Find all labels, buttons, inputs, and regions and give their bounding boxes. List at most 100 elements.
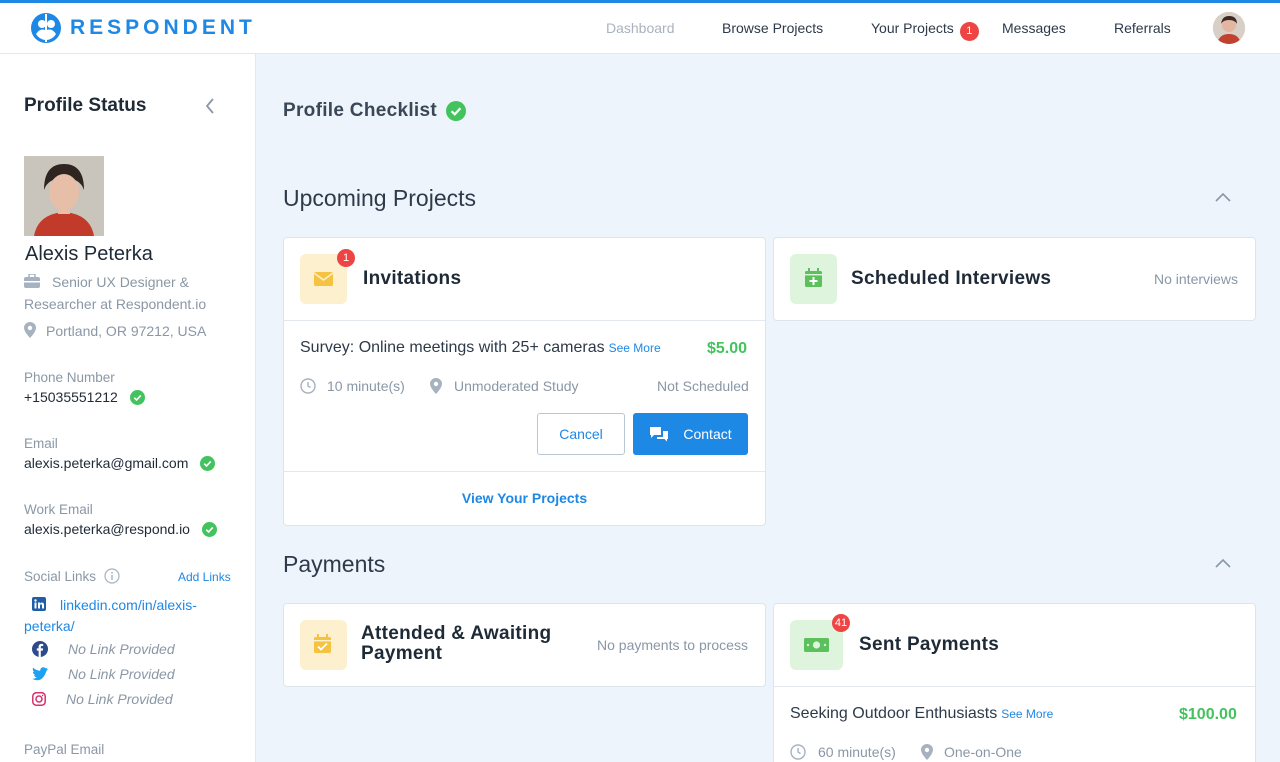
twitter-icon — [32, 667, 48, 681]
linkedin-link[interactable]: linkedin.com/in/alexis- peterka/ — [24, 595, 197, 637]
payments-title: Payments — [283, 551, 386, 577]
sent-price: $100.00 — [1179, 706, 1237, 723]
email-value: alexis.peterka@gmail.com — [24, 455, 189, 471]
sent-payments-title: Sent Payments — [859, 634, 1000, 655]
awaiting-payment-title-line1: Attended & Awaiting — [361, 623, 552, 644]
cancel-button[interactable]: Cancel — [537, 413, 625, 455]
location-pin-icon — [921, 744, 933, 760]
sent-duration: 60 minute(s) — [790, 744, 896, 760]
logo-icon — [31, 13, 61, 43]
scheduled-interviews-title: Scheduled Interviews — [851, 268, 1052, 289]
email-label: Email — [24, 436, 58, 451]
invitation-type-text: Unmoderated Study — [454, 378, 579, 394]
nav-your-projects-badge: 1 — [959, 22, 979, 41]
chevron-up-icon[interactable] — [1214, 557, 1232, 569]
nav-dashboard[interactable]: Dashboard — [606, 20, 675, 36]
sent-project-name: Seeking Outdoor Enthusiasts — [790, 705, 998, 722]
profile-photo — [24, 156, 104, 236]
linkedin-line2: peterka/ — [24, 618, 75, 634]
profile-sidebar: Profile Status Alexis Peterka Senior UX … — [0, 54, 256, 762]
add-links-link[interactable]: Add Links — [178, 570, 231, 584]
invitations-title: Invitations — [363, 268, 462, 289]
paypal-label: PayPal Email — [24, 742, 105, 757]
awaiting-payment-icon-box — [300, 620, 347, 670]
nav-messages[interactable]: Messages — [1002, 20, 1066, 36]
info-icon[interactable] — [104, 568, 120, 584]
awaiting-payment-title: Attended & Awaiting Payment — [361, 624, 551, 664]
invitation-see-more-link[interactable]: See More — [609, 341, 661, 355]
divider — [284, 320, 765, 321]
job-title: Senior UX Designer & Researcher at Respo… — [24, 271, 206, 315]
social-links-label: Social Links — [24, 568, 97, 584]
phone-label: Phone Number — [24, 370, 115, 385]
sent-duration-text: 60 minute(s) — [818, 744, 896, 760]
chevron-left-icon[interactable] — [202, 96, 218, 116]
twitter-text: No Link Provided — [68, 666, 175, 682]
instagram-row: No Link Provided — [32, 691, 173, 707]
invitation-project-name: Survey: Online meetings with 25+ cameras — [300, 339, 605, 356]
contact-button-label: Contact — [683, 426, 732, 442]
instagram-text: No Link Provided — [66, 691, 173, 707]
location: Portland, OR 97212, USA — [24, 320, 206, 342]
work-email-label: Work Email — [24, 502, 93, 517]
work-email-row: alexis.peterka@respond.io — [24, 521, 217, 537]
check-circle-icon — [129, 389, 145, 405]
profile-checklist-header[interactable]: Profile Checklist — [283, 100, 466, 122]
no-interviews-text: No interviews — [1154, 271, 1239, 287]
sent-see-more-link[interactable]: See More — [1001, 707, 1053, 721]
nav-referrals[interactable]: Referrals — [1114, 20, 1171, 36]
sent-type-text: One-on-One — [944, 744, 1022, 760]
profile-checklist-title: Profile Checklist — [283, 100, 437, 121]
location-pin-icon — [24, 322, 36, 338]
check-circle-icon — [200, 455, 216, 471]
social-links-header: Social Links — [24, 568, 120, 584]
scheduled-icon-box — [790, 254, 837, 304]
avatar-image — [1213, 12, 1245, 44]
nav-browse-projects[interactable]: Browse Projects — [722, 20, 823, 36]
upcoming-projects-title: Upcoming Projects — [283, 185, 477, 211]
location-pin-icon — [430, 378, 442, 394]
awaiting-payment-title-line2: Payment — [361, 643, 443, 664]
facebook-row: No Link Provided — [32, 641, 175, 657]
phone-value: +15035551212 — [24, 389, 118, 405]
location-text: Portland, OR 97212, USA — [46, 323, 207, 339]
phone-row: +15035551212 — [24, 389, 145, 405]
linkedin-icon — [32, 597, 46, 611]
linkedin-line1: linkedin.com/in/alexis- — [60, 597, 197, 613]
twitter-row: No Link Provided — [32, 666, 175, 682]
invitation-duration: 10 minute(s) — [300, 378, 405, 394]
brand-name: RESPONDENT — [70, 16, 256, 39]
invitations-badge: 1 — [337, 249, 355, 267]
nav-your-projects[interactable]: Your Projects 1 — [871, 20, 979, 41]
nav-your-projects-label: Your Projects — [871, 20, 954, 36]
chat-icon — [650, 427, 669, 442]
view-your-projects-link[interactable]: View Your Projects — [283, 490, 766, 506]
job-title-line1: Senior UX Designer & — [52, 274, 189, 290]
work-email-value: alexis.peterka@respond.io — [24, 521, 190, 537]
top-navbar: RESPONDENT Dashboard Browse Projects You… — [0, 3, 1280, 54]
invitation-price: $5.00 — [707, 340, 748, 357]
facebook-icon — [32, 641, 48, 657]
check-circle-icon — [201, 521, 217, 537]
divider — [774, 686, 1255, 687]
clock-icon — [790, 744, 806, 760]
chevron-up-icon[interactable] — [1214, 191, 1232, 203]
invitation-status: Not Scheduled — [657, 378, 749, 394]
calendar-plus-icon — [805, 268, 822, 287]
email-row: alexis.peterka@gmail.com — [24, 455, 216, 471]
facebook-text: No Link Provided — [68, 641, 175, 657]
invitation-project-title[interactable]: Survey: Online meetings with 25+ cameras… — [300, 339, 661, 357]
invitation-duration-text: 10 minute(s) — [327, 378, 405, 394]
briefcase-icon — [24, 273, 40, 288]
sent-payments-badge: 41 — [832, 614, 850, 632]
sent-project-title[interactable]: Seeking Outdoor Enthusiasts See More — [790, 705, 1053, 723]
check-circle-icon — [445, 101, 466, 121]
contact-button[interactable]: Contact — [633, 413, 748, 455]
brand-logo[interactable]: RESPONDENT — [30, 12, 256, 44]
profile-name: Alexis Peterka — [25, 243, 153, 265]
invitation-type: Unmoderated Study — [430, 378, 579, 394]
user-avatar[interactable] — [1213, 12, 1245, 44]
job-title-line2: Researcher at Respondent.io — [24, 296, 207, 312]
calendar-check-icon — [314, 634, 331, 653]
sent-type: One-on-One — [921, 744, 1022, 760]
